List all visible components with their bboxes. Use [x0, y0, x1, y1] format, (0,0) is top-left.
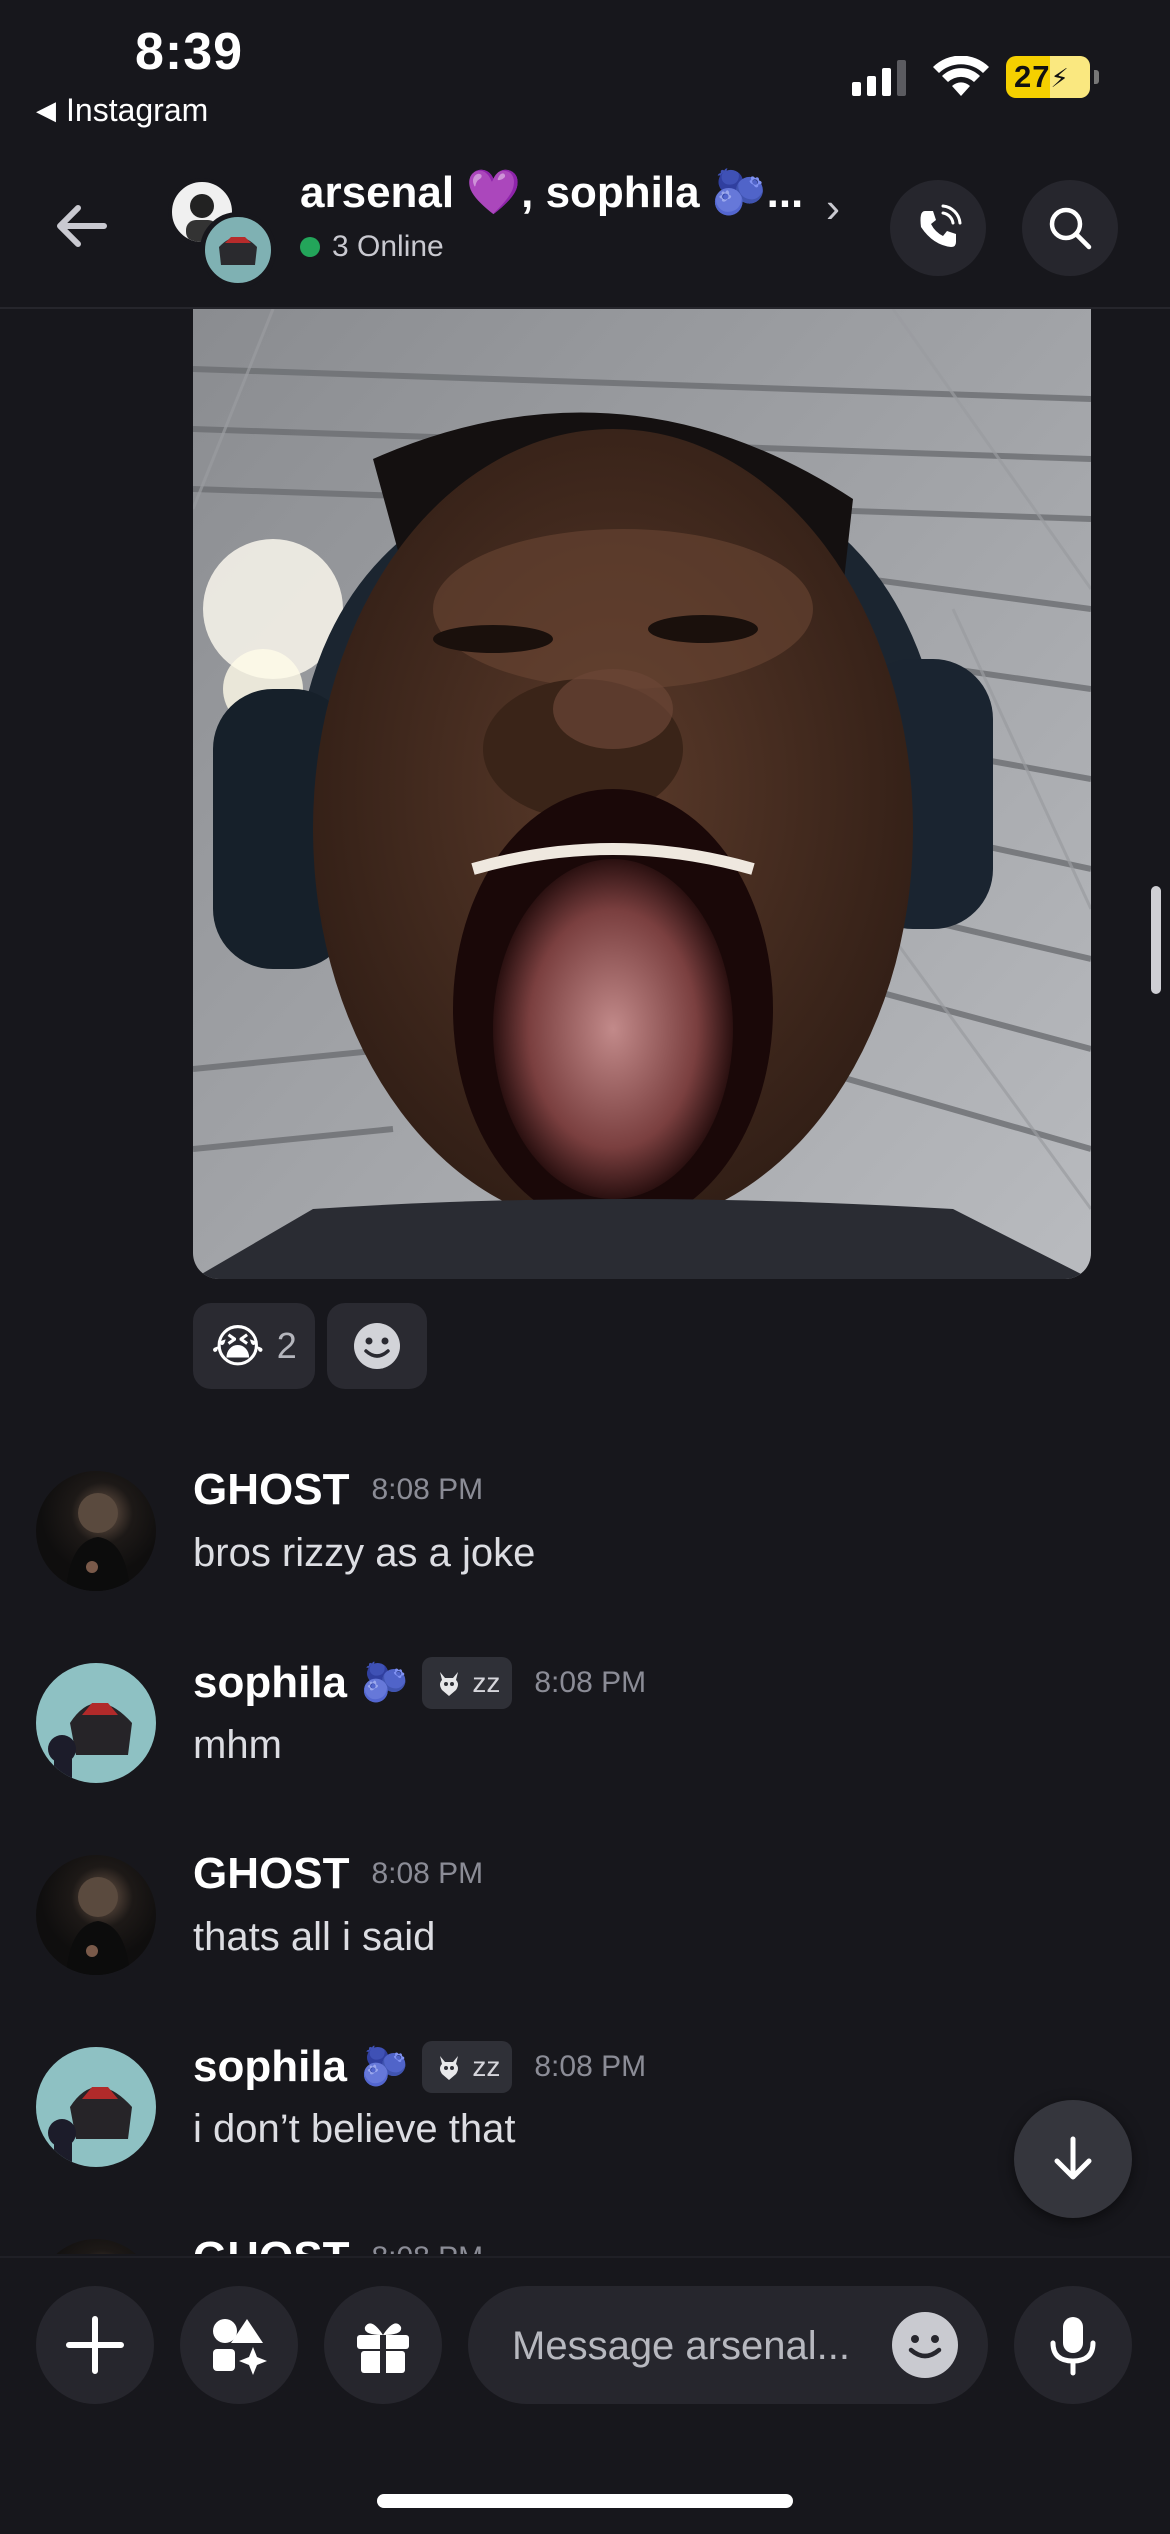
- message-author[interactable]: sophila 🫐 zz 8:08 PM: [193, 2041, 646, 2093]
- online-status: 3 Online: [300, 230, 444, 264]
- smiley-icon: [908, 2335, 942, 2359]
- avatar[interactable]: [36, 1663, 156, 1783]
- phone-icon: [920, 204, 962, 247]
- message-text: bros rizzy as a joke: [193, 1531, 536, 1575]
- online-count: 3 Online: [332, 230, 444, 263]
- online-dot-icon: [300, 237, 320, 257]
- blueberry-emoji-icon: 🫐: [361, 1662, 409, 1704]
- message-timestamp: 8:08 PM: [371, 1473, 484, 1506]
- apps-button[interactable]: [180, 2286, 298, 2404]
- goat-icon: [440, 1672, 459, 1696]
- plus-icon: [66, 2316, 124, 2374]
- back-app-label: Instagram: [66, 92, 209, 128]
- gift-icon: [357, 2323, 409, 2373]
- message-row[interactable]: sophila 🫐 zz 8:08 PM i don’t believe tha…: [0, 2041, 1170, 2197]
- avatar[interactable]: [36, 2047, 156, 2167]
- voice-message-button[interactable]: [1014, 2286, 1132, 2404]
- apps-sparkle-icon: [213, 2319, 267, 2375]
- wifi-icon: [933, 56, 989, 96]
- search-button[interactable]: [1022, 180, 1118, 276]
- shouting-man-photo: [193, 309, 1091, 1279]
- attach-button[interactable]: [36, 2286, 154, 2404]
- composer-bar: [0, 2256, 1170, 2534]
- avatar[interactable]: [36, 1471, 156, 1591]
- reaction-count: 2: [276, 1325, 297, 1366]
- message-timestamp: 8:08 PM: [534, 1666, 647, 1699]
- message-list[interactable]: 😭 2 GHOST 8:08 PM bros rizzy as a joke s…: [0, 309, 1170, 2254]
- clan-tag[interactable]: zz: [422, 2041, 513, 2093]
- smiley-icon: [353, 1323, 400, 1369]
- call-button[interactable]: [890, 180, 986, 276]
- message-row[interactable]: GHOST 8:08 PM: [0, 2233, 1170, 2254]
- emoji-button[interactable]: [892, 2312, 958, 2378]
- message-text: mhm: [193, 1723, 282, 1767]
- chevron-right-icon[interactable]: ›: [826, 184, 840, 232]
- reaction-bar: 😭 2: [193, 1303, 427, 1389]
- message-row[interactable]: sophila 🫐 zz 8:08 PM mhm: [0, 1657, 1170, 1813]
- avatar[interactable]: [36, 2239, 156, 2254]
- back-to-app-link[interactable]: ◀ Instagram: [36, 92, 208, 129]
- chat-title[interactable]: arsenal 💜, sophila 🫐...: [300, 166, 803, 218]
- image-attachment[interactable]: [193, 309, 1091, 1279]
- jump-to-latest-button[interactable]: [1014, 2100, 1132, 2218]
- battery-level: 27: [1014, 59, 1051, 94]
- message-input-container[interactable]: [468, 2286, 988, 2406]
- gift-button[interactable]: [324, 2286, 442, 2404]
- goat-icon: [440, 2056, 459, 2080]
- message-timestamp: 8:08 PM: [371, 1857, 484, 1890]
- group-avatar-secondary[interactable]: [200, 212, 276, 288]
- home-indicator[interactable]: [377, 2494, 793, 2508]
- reaction-crying[interactable]: 😭 2: [193, 1303, 315, 1389]
- arrow-left-icon[interactable]: [50, 194, 114, 258]
- avatar[interactable]: [36, 1855, 156, 1975]
- add-reaction-button[interactable]: [326, 1303, 427, 1389]
- message-input[interactable]: [510, 2286, 894, 2406]
- message-text: i don’t believe that: [193, 2107, 516, 2151]
- back-triangle-icon: ◀: [36, 95, 56, 125]
- signal-icon: [852, 58, 906, 96]
- message-row[interactable]: GHOST 8:08 PM thats all i said: [0, 1849, 1170, 2005]
- message-author[interactable]: GHOST 8:08 PM: [193, 2233, 483, 2254]
- blueberry-emoji-icon: 🫐: [361, 2046, 409, 2088]
- message-row[interactable]: GHOST 8:08 PM bros rizzy as a joke: [0, 1465, 1170, 1621]
- chat-header: arsenal 💜, sophila 🫐... 3 Online ›: [0, 150, 1170, 309]
- clan-tag[interactable]: zz: [422, 1657, 513, 1709]
- message-timestamp: 8:08 PM: [371, 2241, 483, 2254]
- microphone-icon: [1050, 2317, 1096, 2376]
- scrollbar-thumb[interactable]: [1151, 886, 1161, 994]
- status-time: 8:39: [135, 23, 244, 81]
- message-author[interactable]: sophila 🫐 zz 8:08 PM: [193, 1657, 646, 1709]
- arrow-down-icon: [1054, 2136, 1092, 2180]
- loudly-crying-emoji-icon: 😭: [211, 1320, 265, 1372]
- message-author[interactable]: GHOST 8:08 PM: [193, 1465, 483, 1515]
- status-bar: 8:39 ◀ Instagram 27⚡: [0, 0, 1170, 150]
- message-timestamp: 8:08 PM: [534, 2050, 647, 2083]
- message-author[interactable]: GHOST 8:08 PM: [193, 1849, 483, 1899]
- search-icon: [1049, 207, 1092, 250]
- battery-icon: 27⚡: [1006, 56, 1099, 98]
- message-text: thats all i said: [193, 1915, 436, 1959]
